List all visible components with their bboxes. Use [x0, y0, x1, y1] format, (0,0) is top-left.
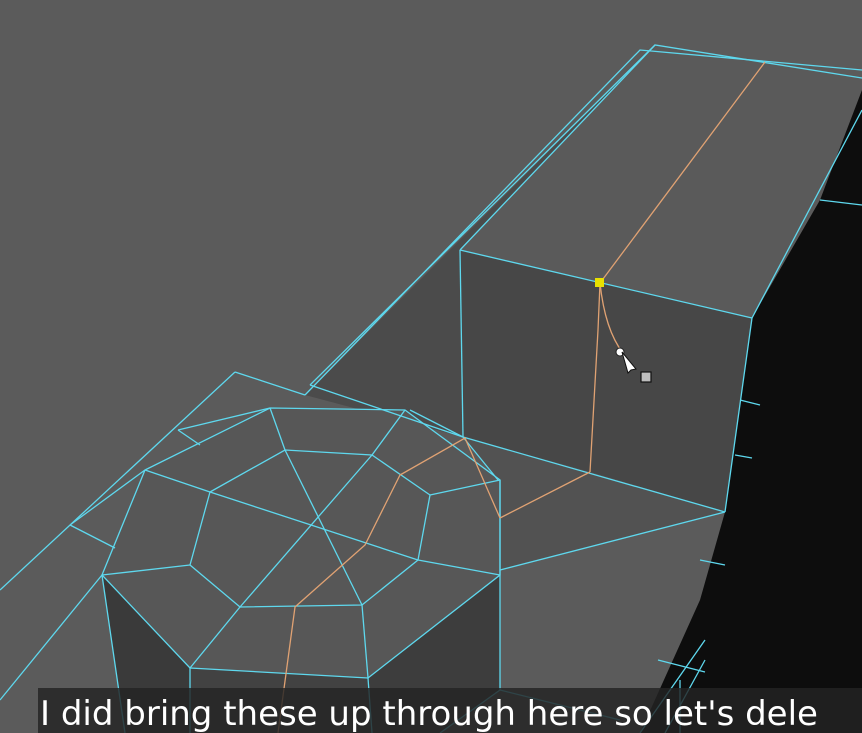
selected-vertex[interactable] — [595, 278, 604, 287]
subtitle-bar: I did bring these up through here so let… — [38, 688, 862, 733]
3d-viewport[interactable]: I did bring these up through here so let… — [0, 0, 862, 733]
subtitle-text: I did bring these up through here so let… — [40, 694, 818, 733]
octagon-mesh[interactable] — [102, 408, 500, 733]
mesh-scene[interactable] — [0, 0, 862, 733]
